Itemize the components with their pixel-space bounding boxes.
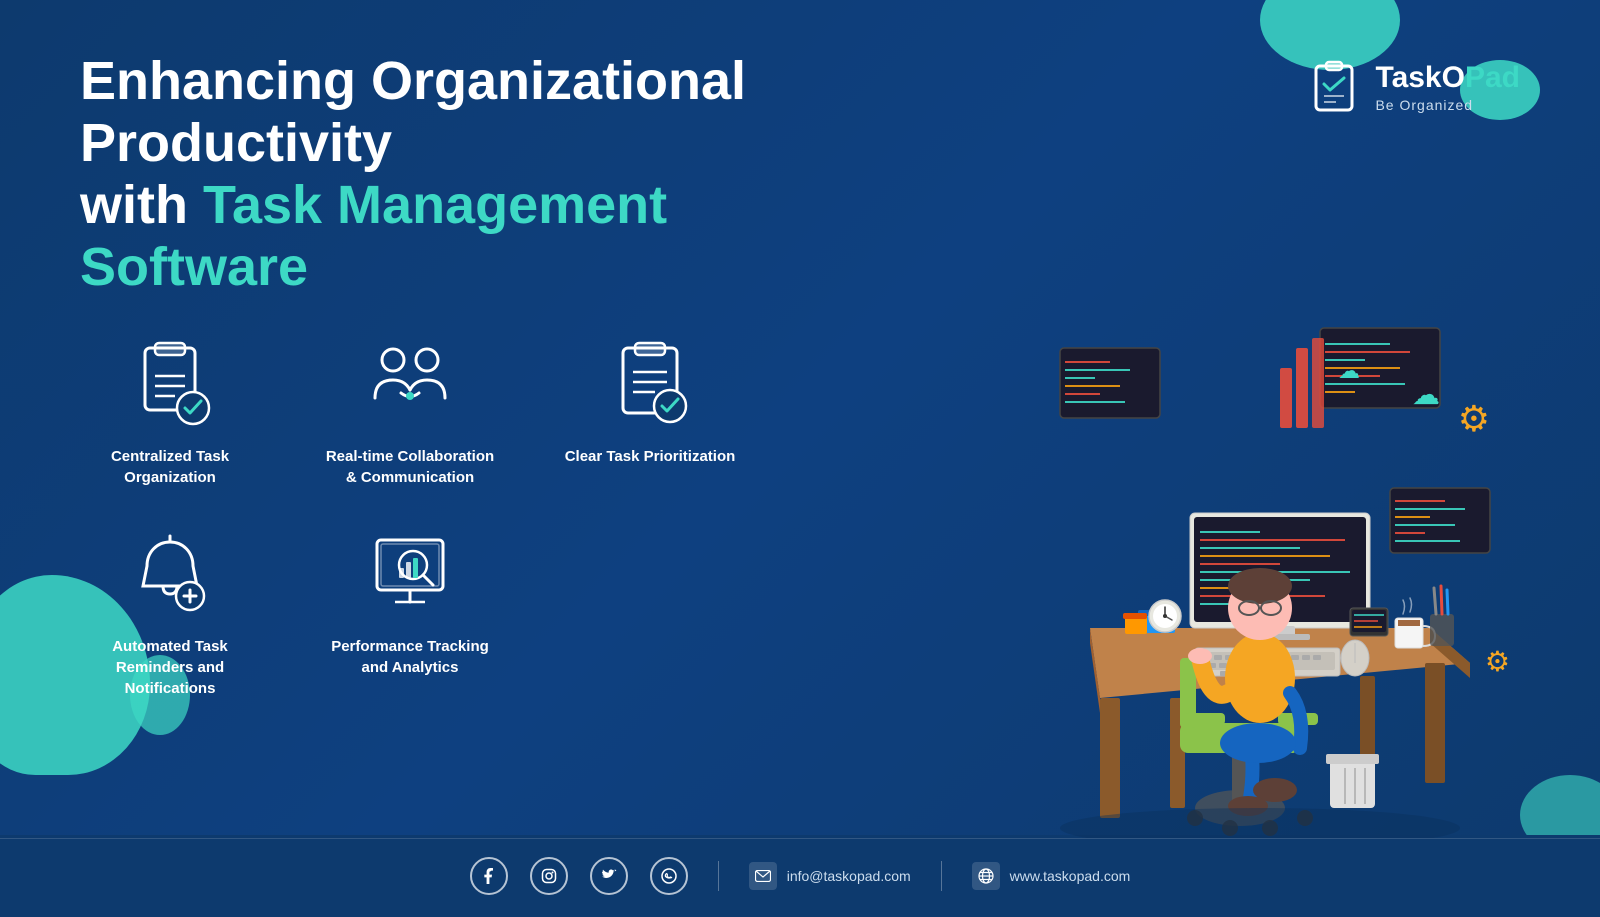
automated-reminders-icon [125,528,215,618]
twitter-icon[interactable] [590,857,628,895]
instagram-icon[interactable] [530,857,568,895]
gear-icon-2: ⚙ [1485,645,1510,678]
cloud-icon-1: ☁ [1412,378,1440,411]
illustration-area: ☁ ☁ ⚙ ⚙ [1000,318,1520,838]
feature-automated-reminders: Automated Task Reminders and Notificatio… [80,528,260,699]
features-row-1: Centralized Task Organization [80,338,1000,488]
performance-tracking-icon [365,528,455,618]
logo-area: TaskOPad Be Organized [1308,60,1520,115]
logo-box: TaskOPad Be Organized [1308,60,1520,115]
page-content: Enhancing Organizational Productivity wi… [0,0,1600,835]
features-section: Centralized Task Organization [80,318,1000,838]
clear-priority-icon [605,338,695,428]
features-row-2: Automated Task Reminders and Notificatio… [80,528,1000,699]
centralized-task-icon [125,338,215,428]
footer-website: www.taskopad.com [972,862,1131,890]
feature-clear-priority: Clear Task Prioritization [560,338,740,467]
facebook-icon[interactable] [470,857,508,895]
realtime-collab-icon [365,338,455,428]
logo-name-part2: Pad [1465,61,1520,94]
feature-clear-priority-label: Clear Task Prioritization [565,446,736,467]
logo-name-part1: TaskO [1375,61,1465,94]
feature-performance-tracking-label: Performance Tracking and Analytics [320,636,500,678]
footer-divider-1 [718,861,719,891]
feature-realtime-collab-label: Real-time Collaboration & Communication [320,446,500,488]
globe-icon [972,862,1000,890]
email-text: info@taskopad.com [787,868,911,884]
headline-line2-plain: with [80,175,203,235]
feature-realtime-collab: Real-time Collaboration & Communication [320,338,500,488]
whatsapp-icon[interactable] [650,857,688,895]
email-icon [749,862,777,890]
header: Enhancing Organizational Productivity wi… [0,0,1600,318]
cloud-icon-2: ☁ [1338,358,1360,384]
logo-icon [1308,60,1363,115]
logo-text: TaskOPad Be Organized [1375,63,1520,113]
footer-email: info@taskopad.com [749,862,911,890]
footer-social [470,857,688,895]
headline-section: Enhancing Organizational Productivity wi… [80,50,830,298]
main-body: Centralized Task Organization [0,318,1600,838]
main-headline: Enhancing Organizational Productivity wi… [80,50,830,298]
footer-divider-2 [941,861,942,891]
website-text: www.taskopad.com [1010,868,1131,884]
footer: info@taskopad.com www.taskopad.com [0,838,1600,917]
logo-tagline: Be Organized [1375,97,1520,113]
headline-line1: Enhancing Organizational Productivity [80,51,746,173]
feature-automated-reminders-label: Automated Task Reminders and Notificatio… [80,636,260,699]
gear-icon-1: ⚙ [1458,398,1490,440]
feature-performance-tracking: Performance Tracking and Analytics [320,528,500,678]
feature-centralized-task: Centralized Task Organization [80,338,260,488]
feature-centralized-task-label: Centralized Task Organization [80,446,260,488]
